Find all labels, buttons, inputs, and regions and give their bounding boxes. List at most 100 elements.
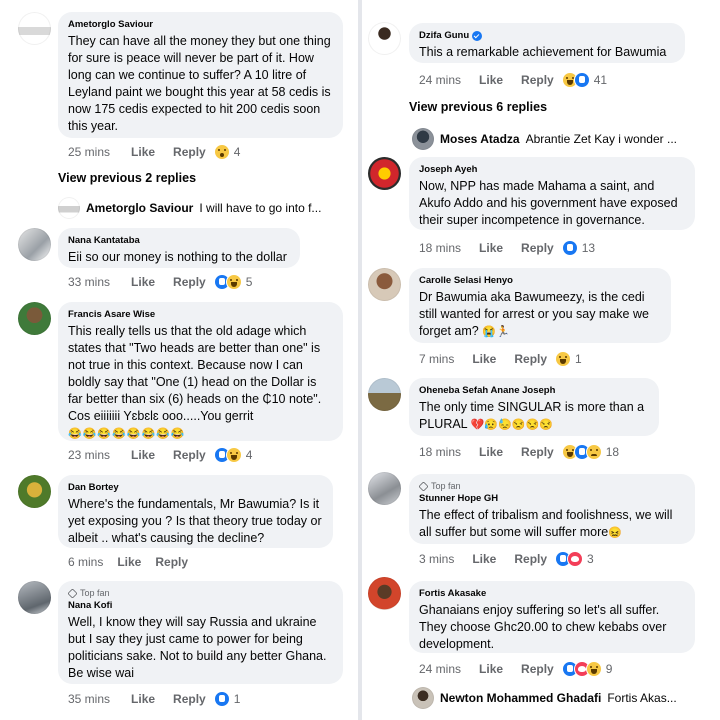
comment-actions: 25 mins Like Reply 4 [68, 143, 240, 161]
view-previous-replies-link[interactable]: View previous 2 replies [58, 171, 196, 185]
comment-text: Eii so our money is nothing to the dolla… [68, 250, 287, 264]
comment-time: 18 mins [419, 241, 462, 255]
reply-button[interactable]: Reply [521, 241, 554, 255]
reply-button[interactable]: Reply [521, 73, 554, 87]
comment-bubble: Francis Asare Wise This really tells us … [58, 302, 343, 441]
comment-body: This really tells us that the old adage … [68, 324, 322, 423]
comment-time: 7 mins [419, 352, 455, 366]
reply-avatar [412, 128, 434, 150]
reply-author-name: Ametorglo Saviour [86, 201, 194, 215]
comment-time: 24 mins [419, 73, 462, 87]
reply-button[interactable]: Reply [155, 555, 188, 569]
comment-actions: 6 mins Like Reply [68, 553, 188, 571]
reply-button[interactable]: Reply [173, 145, 206, 159]
avatar-fortis-akasake[interactable] [368, 577, 401, 610]
reaction-count: 18 [605, 445, 620, 459]
comment-actions: 18 mins Like Reply 13 [419, 239, 595, 257]
reply-button[interactable]: Reply [173, 692, 206, 706]
commenter-name[interactable]: Stunner Hope GH [419, 493, 685, 505]
reaction-summary[interactable]: 9 [561, 661, 612, 677]
reaction-summary[interactable]: 3 [555, 551, 594, 567]
commenter-name[interactable]: Nana Kantataba [68, 235, 290, 247]
haha-reaction-icon [585, 661, 602, 677]
reaction-summary[interactable]: 13 [561, 240, 595, 256]
commenter-name[interactable]: Carolle Selasi Henyo [419, 275, 661, 287]
right-comment-column: Dzifa Gunu This a remarkable achievement… [362, 0, 720, 720]
comment-bubble: Oheneba Sefah Anane Joseph The only time… [409, 378, 659, 436]
reaction-summary[interactable]: 41 [561, 72, 607, 88]
reaction-summary[interactable]: 18 [561, 444, 620, 460]
reaction-summary[interactable]: 5 [213, 274, 252, 290]
reaction-summary[interactable]: 4 [213, 144, 240, 160]
commenter-name[interactable]: Nana Kofi [68, 600, 333, 612]
commenter-name[interactable]: Francis Asare Wise [68, 309, 333, 321]
love-reaction-icon [567, 551, 584, 567]
comment-time: 18 mins [419, 445, 462, 459]
like-button[interactable]: Like [131, 692, 155, 706]
comment-bubble: Carolle Selasi Henyo Dr Bawumia aka Bawu… [409, 268, 671, 343]
reply-button[interactable]: Reply [521, 662, 554, 676]
like-button[interactable]: Like [131, 448, 155, 462]
commenter-name[interactable]: Fortis Akasake [419, 588, 685, 600]
avatar-francis-asare-wise[interactable] [18, 302, 51, 335]
like-button[interactable]: Like [472, 552, 496, 566]
avatar-ametorglo-saviour[interactable] [18, 12, 51, 45]
reply-button[interactable]: Reply [521, 445, 554, 459]
commenter-name[interactable]: Dzifa Gunu [419, 30, 675, 42]
reply-preview[interactable]: Moses Atadza Abrantie Zet Kay i wonder .… [412, 128, 712, 150]
comment-text: Dr Bawumia aka Bawumeezy, is the cedi st… [419, 289, 661, 341]
avatar-stunner-hope-gh[interactable] [368, 472, 401, 505]
verified-badge-icon [472, 31, 483, 41]
commenter-name-text: Dzifa Gunu [419, 30, 470, 41]
like-button[interactable]: Like [117, 555, 141, 569]
avatar-nana-kantataba[interactable] [18, 228, 51, 261]
top-fan-label: Top fan [80, 588, 110, 598]
reply-avatar [412, 687, 434, 709]
comment-actions: 7 mins Like Reply 1 [419, 350, 582, 368]
like-button[interactable]: Like [479, 73, 503, 87]
comment-bubble: Top fan Stunner Hope GH The effect of tr… [409, 474, 695, 544]
reply-button[interactable]: Reply [514, 352, 547, 366]
comment-text: Ghanaians enjoy suffering so let's all s… [419, 603, 667, 651]
commenter-name[interactable]: Ametorglo Saviour [68, 19, 333, 31]
reply-preview[interactable]: Ametorglo Saviour I will have to go into… [58, 197, 348, 219]
like-button[interactable]: Like [479, 445, 503, 459]
comment-bubble: Dan Bortey Where's the fundamentals, Mr … [58, 475, 333, 548]
avatar-carolle-selasi-henyo[interactable] [368, 268, 401, 301]
comment-time: 23 mins [68, 448, 111, 462]
reply-button[interactable]: Reply [173, 448, 206, 462]
like-reaction-icon [213, 691, 230, 707]
like-button[interactable]: Like [479, 241, 503, 255]
reaction-summary[interactable]: 1 [213, 691, 241, 707]
haha-reaction-icon [225, 274, 242, 290]
view-previous-replies-link[interactable]: View previous 6 replies [409, 100, 547, 114]
commenter-name[interactable]: Oheneba Sefah Anane Joseph [419, 385, 649, 397]
avatar-dan-bortey[interactable] [18, 475, 51, 508]
comment-emojis: 💔😥😓😒😒😒 [470, 419, 553, 431]
top-fan-icon [418, 481, 429, 492]
comment-text: The effect of tribalism and foolishness,… [419, 507, 685, 542]
top-fan-label: Top fan [431, 481, 461, 491]
like-button[interactable]: Like [131, 145, 155, 159]
comment-emojis: 😖 [608, 527, 622, 539]
reply-button[interactable]: Reply [514, 552, 547, 566]
comment-time: 24 mins [419, 662, 462, 676]
reply-button[interactable]: Reply [173, 275, 206, 289]
avatar-nana-kofi[interactable] [18, 581, 51, 614]
comment-time: 3 mins [419, 552, 455, 566]
commenter-name[interactable]: Joseph Ayeh [419, 164, 685, 176]
commenter-name[interactable]: Dan Bortey [68, 482, 323, 494]
reply-preview[interactable]: Newton Mohammed Ghadafi Fortis Akas... [412, 687, 712, 709]
reaction-count: 1 [233, 692, 241, 706]
like-button[interactable]: Like [479, 662, 503, 676]
comment-emojis: 😭🏃 [482, 326, 510, 338]
reaction-summary[interactable]: 1 [555, 351, 582, 367]
comment-time: 35 mins [68, 692, 111, 706]
like-button[interactable]: Like [131, 275, 155, 289]
avatar-oheneba-sefah-anane-joseph[interactable] [368, 378, 401, 411]
comment-text: Where's the fundamentals, Mr Bawumia? Is… [68, 497, 322, 545]
avatar-dzifa-gunu[interactable] [368, 22, 401, 55]
like-button[interactable]: Like [472, 352, 496, 366]
avatar-joseph-ayeh[interactable] [368, 157, 401, 190]
reaction-summary[interactable]: 4 [213, 447, 252, 463]
